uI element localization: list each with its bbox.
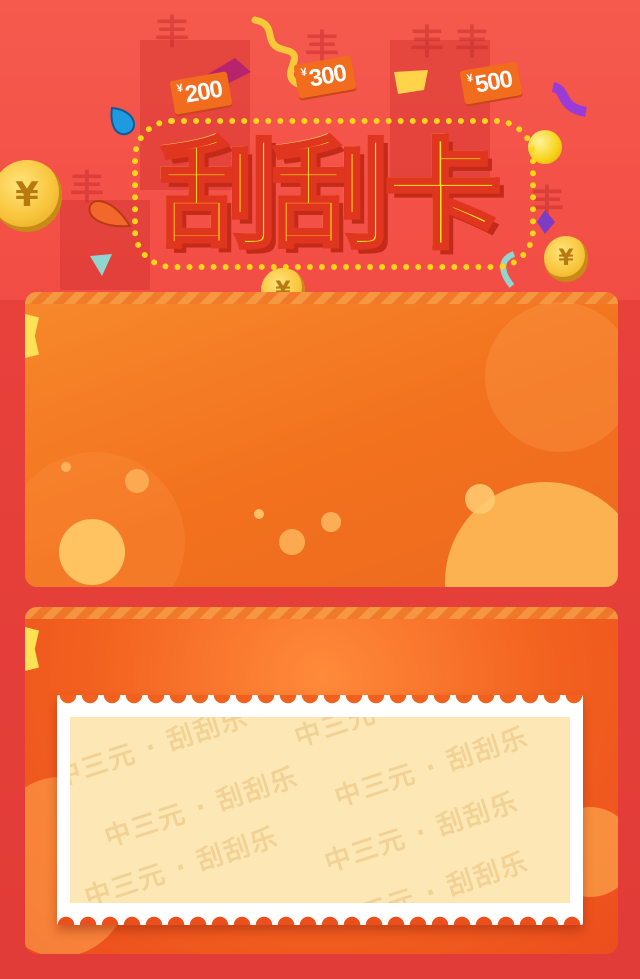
panel-stripe [25,607,618,619]
bokeh-circle [125,469,149,493]
bokeh-circle [465,484,495,514]
panel-stripe [25,292,618,304]
prize-amount: 300 [306,59,349,93]
bokeh-circle [59,519,125,585]
ticket-edge [57,913,583,925]
page-title: 刮刮卡 [158,125,504,267]
bg-fork-icon: 丰 [155,13,189,53]
confetti-ribbon [90,254,112,276]
ticket-edge [57,695,583,707]
scratch-area[interactable]: 中三元 · 刮刮乐 中三元 · 刮刮乐 中三元 · 刮刮乐 中三元 · 刮刮乐 … [70,717,570,903]
coin-icon: ¥ [544,236,588,280]
prize-info-panel [25,292,618,587]
confetti-ribbon [551,82,588,117]
bokeh-circle [321,512,341,532]
bokeh-circle [61,462,71,472]
coin-symbol: ¥ [558,245,574,271]
title-banner: 刮刮卡 [118,100,538,270]
bokeh-circle [485,302,618,452]
bokeh-circle [254,509,264,519]
bg-fork-icon: 丰 [455,23,489,63]
prize-amount: 500 [472,65,515,99]
confetti-ribbon [537,210,555,234]
panel-flag [25,627,39,671]
coin-symbol: ¥ [15,175,39,215]
confetti-ribbon [394,70,428,94]
bg-fork-icon: 丰 [410,23,444,63]
bokeh-circle [279,529,305,555]
panel-flag [25,314,39,358]
